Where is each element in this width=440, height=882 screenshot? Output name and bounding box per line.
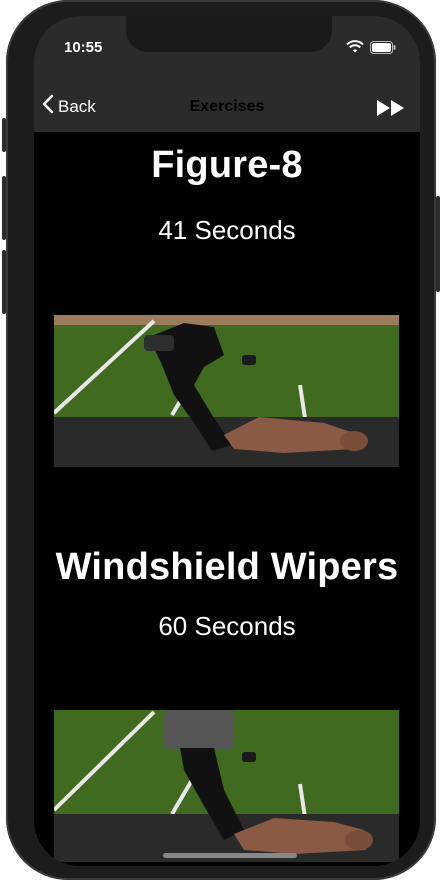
nav-title: Exercises [189,98,265,115]
volume-up-button [2,176,6,240]
phone-frame: 10:55 Back Exercises Figure-8 41 Seconds… [2,0,440,880]
exercise-title: Figure-8 [151,144,303,186]
fast-forward-icon [376,100,406,121]
wifi-icon [346,40,364,59]
exercise-list[interactable]: Figure-8 41 Seconds Windshield Wipers 60… [34,132,420,866]
navigation-bar: Back Exercises [34,80,420,132]
exercise-image [54,315,399,467]
status-icons [346,40,396,59]
exercise-duration: 60 Seconds [158,611,296,641]
exercise-title: Windshield Wipers [55,546,399,588]
exercise-image [54,710,399,862]
battery-icon [370,40,396,59]
next-exercise-button[interactable] [376,99,406,122]
exercise-duration: 41 Seconds [158,215,296,245]
notch [126,16,332,52]
screen: 10:55 Back Exercises Figure-8 41 Seconds… [34,16,420,866]
status-bar: 10:55 [34,16,420,80]
home-indicator[interactable] [163,853,297,858]
power-button [436,196,440,292]
status-time: 10:55 [64,39,103,56]
silent-switch [2,118,6,152]
volume-down-button [2,250,6,314]
